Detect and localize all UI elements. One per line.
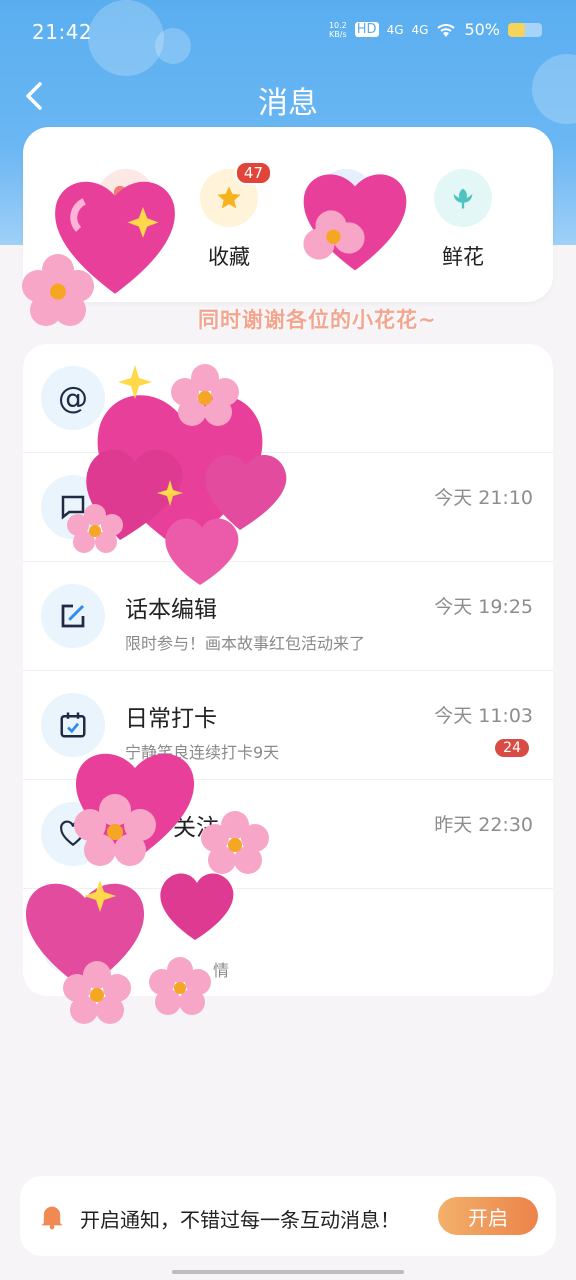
hd-icon: HD <box>354 22 379 37</box>
edit-icon <box>41 584 105 648</box>
home-indicator <box>172 1270 404 1274</box>
list-item[interactable]: 今天 21:10 <box>23 453 553 562</box>
quick-item-3[interactable] <box>301 169 391 241</box>
page-title: 消息 <box>258 86 318 121</box>
heart-outline-icon <box>41 802 105 866</box>
calendar-check-icon <box>41 693 105 757</box>
list-item-follow[interactable]: 关注 昨天 22:30 <box>23 780 553 889</box>
list-item[interactable]: @ <box>23 344 553 453</box>
at-icon: @ <box>41 366 105 430</box>
list-item-daily-checkin[interactable]: 日常打卡 宁静笑良连续打卡9天 今天 11:03 24 <box>23 671 553 780</box>
signal-icon: 4G <box>386 22 404 37</box>
star-icon: 47 <box>200 161 272 227</box>
notification-prompt: 开启通知，不错过每一条互动消息！ 开启 <box>20 1176 556 1256</box>
net-speed: 10.2 KB/s <box>328 20 347 39</box>
favorites-badge: 47 <box>234 161 272 185</box>
nav-bar: 消息 <box>0 70 576 126</box>
quick-item-flowers[interactable]: 鲜花 <box>418 169 508 271</box>
battery-icon <box>508 22 542 37</box>
notification-text: 开启通知，不错过每一条互动消息！ <box>80 1208 400 1232</box>
battery-percent: 50% <box>464 20 500 39</box>
flower-icon <box>434 169 492 227</box>
flowers-label: 鲜花 <box>442 245 484 269</box>
quick-item-favorites[interactable]: 47 收藏 <box>184 161 274 271</box>
user-icon <box>317 169 375 227</box>
heart-icon <box>97 169 155 227</box>
list-item[interactable]: 情 <box>23 889 553 998</box>
bell-icon <box>41 911 105 975</box>
quick-item-1[interactable] <box>81 169 171 241</box>
wifi-icon <box>437 23 456 37</box>
comment-icon <box>41 475 105 539</box>
status-time: 21:42 <box>32 20 93 44</box>
unread-badge: 24 <box>495 739 529 757</box>
quick-actions-card: 47 收藏 鲜花 <box>23 127 553 302</box>
sticker-caption: 同时谢谢各位的小花花~ <box>198 308 437 332</box>
signal-icon: 4G <box>411 22 429 37</box>
bell-icon <box>41 1206 63 1230</box>
status-bar: 21:42 10.2 KB/s HD 4G 4G 50% <box>0 0 576 64</box>
enable-notifications-button[interactable]: 开启 <box>438 1197 538 1235</box>
favorites-label: 收藏 <box>208 245 250 269</box>
list-item-script-editing[interactable]: 话本编辑 限时参与！画本故事红包活动来了 今天 19:25 <box>23 562 553 671</box>
message-list: @ 今天 21:10 话本编辑 限时参与！画本故事红包活动来了 今天 19:25… <box>23 344 553 996</box>
